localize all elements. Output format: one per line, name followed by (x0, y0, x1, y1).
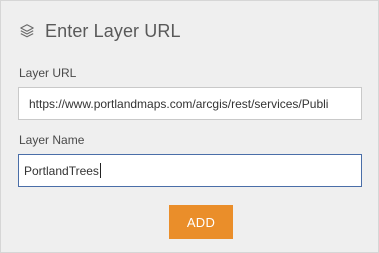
layer-name-line: PortlandTrees (24, 155, 357, 186)
enter-layer-url-panel: Enter Layer URL Layer URL https://www.po… (0, 0, 379, 253)
layer-name-input[interactable]: PortlandTrees (18, 154, 362, 187)
text-caret (99, 163, 101, 178)
layer-name-value: PortlandTrees (24, 163, 99, 178)
layer-url-value: https://www.portlandmaps.com/arcgis/rest… (29, 96, 329, 111)
layer-name-label: Layer Name (19, 133, 85, 147)
layers-icon (18, 22, 36, 40)
layer-url-input[interactable]: https://www.portlandmaps.com/arcgis/rest… (18, 87, 362, 120)
panel-title: Enter Layer URL (45, 20, 181, 41)
panel-header: Enter Layer URL (18, 19, 181, 43)
add-button[interactable]: ADD (169, 205, 233, 239)
layer-url-label: Layer URL (19, 66, 77, 80)
